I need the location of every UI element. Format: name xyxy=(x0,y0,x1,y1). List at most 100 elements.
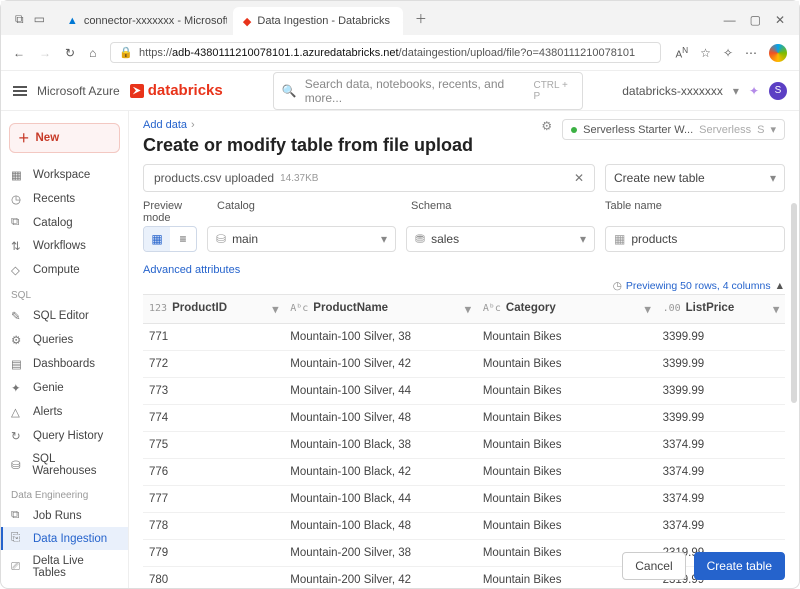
schema-select[interactable]: ⛃sales▾ xyxy=(406,226,595,252)
advanced-attributes-link[interactable]: Advanced attributes xyxy=(143,264,785,276)
user-avatar[interactable]: S xyxy=(769,82,787,100)
sidebar-icon: ⧉ xyxy=(11,509,25,522)
home-icon[interactable]: ⌂ xyxy=(89,46,96,60)
maximize-icon[interactable]: ▢ xyxy=(750,13,761,27)
table-row[interactable]: 774Mountain-100 Silver, 48Mountain Bikes… xyxy=(143,405,785,432)
sidebar-item-compute[interactable]: ◇Compute xyxy=(1,258,128,282)
chevron-down-icon: ▾ xyxy=(580,232,586,246)
minimize-icon[interactable]: — xyxy=(724,13,736,27)
catalog-select[interactable]: ⛁main▾ xyxy=(207,226,396,252)
url-input[interactable]: 🔒 https://adb-4380111210078101.1.azureda… xyxy=(110,42,661,63)
label-catalog: Catalog xyxy=(217,200,401,224)
close-window-icon[interactable]: ✕ xyxy=(775,13,785,27)
table-row[interactable]: 777Mountain-100 Black, 44Mountain Bikes3… xyxy=(143,486,785,513)
sidebar-item-queries[interactable]: ⚙Queries xyxy=(1,328,128,352)
table-row[interactable]: 772Mountain-100 Silver, 42Mountain Bikes… xyxy=(143,351,785,378)
table-row[interactable]: 775Mountain-100 Black, 38Mountain Bikes3… xyxy=(143,432,785,459)
cell: Mountain-100 Silver, 48 xyxy=(284,405,477,432)
workspace-switcher[interactable]: databricks-xxxxxxx xyxy=(622,84,723,98)
column-header-productid[interactable]: 123ProductID▾ xyxy=(143,295,284,324)
sidebar-icon: ↻ xyxy=(11,429,25,443)
sidebar-item-catalog[interactable]: ⧉Catalog xyxy=(1,211,128,234)
clock-icon: ◷ xyxy=(613,280,622,292)
status-dot-icon xyxy=(571,127,577,133)
sidebar-item-query-history[interactable]: ↻Query History xyxy=(1,424,128,448)
table-row[interactable]: 776Mountain-100 Black, 42Mountain Bikes3… xyxy=(143,459,785,486)
grid-view-icon[interactable]: ▦ xyxy=(144,227,170,251)
browser-tab-azure[interactable]: ▲ connector-xxxxxxx - Microsoft Az xyxy=(57,7,227,35)
assist-icon[interactable]: ✦ xyxy=(749,84,759,98)
sidebar-item-recents[interactable]: ◷Recents xyxy=(1,187,128,211)
browser-tab-databricks[interactable]: ◆ Data Ingestion - Databricks × xyxy=(233,7,403,35)
column-header-listprice[interactable]: .00ListPrice▾ xyxy=(657,295,785,324)
sidebar-item-alerts[interactable]: △Alerts xyxy=(1,400,128,424)
chevron-down-icon[interactable]: ▾ xyxy=(733,84,739,98)
sidebar-icon: ▦ xyxy=(11,168,25,182)
footer-actions: Cancel Create table xyxy=(622,552,785,580)
schema-icon: ⛃ xyxy=(415,232,425,246)
sidebar-item-job-runs[interactable]: ⧉Job Runs xyxy=(1,504,128,527)
preview-status: Previewing 50 rows, 4 columns xyxy=(626,280,771,292)
sort-icon[interactable]: ▲ xyxy=(775,280,785,292)
url-host: adb-4380111210078101.1.azuredatabricks.n… xyxy=(172,47,399,59)
menu-icon[interactable]: ⋯ xyxy=(745,46,757,60)
column-header-productname[interactable]: AᵇcProductName▾ xyxy=(284,295,477,324)
column-header-category[interactable]: AᵇcCategory▾ xyxy=(477,295,657,324)
new-tab-button[interactable]: ＋ xyxy=(409,6,433,35)
cell: Mountain Bikes xyxy=(477,513,657,540)
cell: Mountain-100 Black, 44 xyxy=(284,486,477,513)
cell: Mountain Bikes xyxy=(477,459,657,486)
sidebar-item-sql-warehouses[interactable]: ⛁SQL Warehouses xyxy=(1,448,128,482)
cell: 3374.99 xyxy=(657,459,785,486)
close-icon[interactable]: × xyxy=(402,15,403,27)
reader-icon[interactable]: AN xyxy=(675,45,688,60)
chevron-down-icon: ▾ xyxy=(770,171,776,185)
chevron-down-icon[interactable]: ▾ xyxy=(645,302,651,316)
menu-toggle-icon[interactable] xyxy=(13,86,27,96)
table-row[interactable]: 773Mountain-100 Silver, 44Mountain Bikes… xyxy=(143,378,785,405)
sidebar-item-delta-live-tables[interactable]: ⎚Delta Live Tables xyxy=(1,550,128,584)
new-button[interactable]: ＋New xyxy=(9,123,120,153)
remove-file-icon[interactable]: ✕ xyxy=(574,171,584,185)
gear-icon[interactable]: ⚙ xyxy=(541,119,552,133)
label-schema: Schema xyxy=(411,200,595,224)
sidebar-item-sql-editor[interactable]: ✎SQL Editor xyxy=(1,304,128,328)
table-action-select[interactable]: Create new table▾ xyxy=(605,164,785,192)
brand-databricks[interactable]: databricks xyxy=(130,82,223,99)
tab-title: connector-xxxxxxx - Microsoft Az xyxy=(84,15,227,27)
table-icon: ▦ xyxy=(614,232,625,246)
cell: 773 xyxy=(143,378,284,405)
favorite-icon[interactable]: ☆ xyxy=(700,46,711,60)
sidebar-item-workspace[interactable]: ▦Workspace xyxy=(1,163,128,187)
sidebar-item-genie[interactable]: ✦Genie xyxy=(1,376,128,400)
table-row[interactable]: 771Mountain-100 Silver, 38Mountain Bikes… xyxy=(143,324,785,351)
sidebar-item-workflows[interactable]: ⇅Workflows xyxy=(1,234,128,258)
section-ml: Machine Learning xyxy=(1,584,128,588)
chevron-down-icon[interactable]: ▾ xyxy=(773,302,779,316)
table-row[interactable]: 778Mountain-100 Black, 48Mountain Bikes3… xyxy=(143,513,785,540)
cancel-button[interactable]: Cancel xyxy=(622,552,685,580)
cell: Mountain-100 Silver, 38 xyxy=(284,324,477,351)
chevron-down-icon[interactable]: ▾ xyxy=(272,302,278,316)
window-icon[interactable]: ⧉ xyxy=(15,12,24,27)
tabs-icon[interactable]: ▭ xyxy=(34,12,45,27)
global-search[interactable]: 🔍 Search data, notebooks, recents, and m… xyxy=(273,72,583,110)
create-table-button[interactable]: Create table xyxy=(694,552,785,580)
cluster-selector[interactable]: Serverless Starter W... Serverless S ▾ xyxy=(562,119,785,140)
label-preview: Preview mode xyxy=(143,200,207,224)
extensions-icon[interactable]: ✧ xyxy=(723,46,733,60)
copilot-icon[interactable] xyxy=(769,44,787,62)
cell: 775 xyxy=(143,432,284,459)
sidebar-item-dashboards[interactable]: ▤Dashboards xyxy=(1,352,128,376)
sidebar-item-data-ingestion[interactable]: ⎘Data Ingestion xyxy=(1,527,128,550)
refresh-icon[interactable]: ↻ xyxy=(65,46,75,60)
scrollbar[interactable] xyxy=(791,203,797,403)
tablename-input[interactable]: ▦products xyxy=(605,226,785,252)
sidebar-icon: △ xyxy=(11,405,25,419)
chevron-down-icon[interactable]: ▾ xyxy=(465,302,471,316)
cell: Mountain Bikes xyxy=(477,486,657,513)
breadcrumb[interactable]: Add data› xyxy=(143,119,531,131)
sidebar-icon: ⇅ xyxy=(11,239,25,253)
list-view-icon[interactable]: ≡ xyxy=(170,227,196,251)
back-icon[interactable]: ← xyxy=(13,46,25,60)
